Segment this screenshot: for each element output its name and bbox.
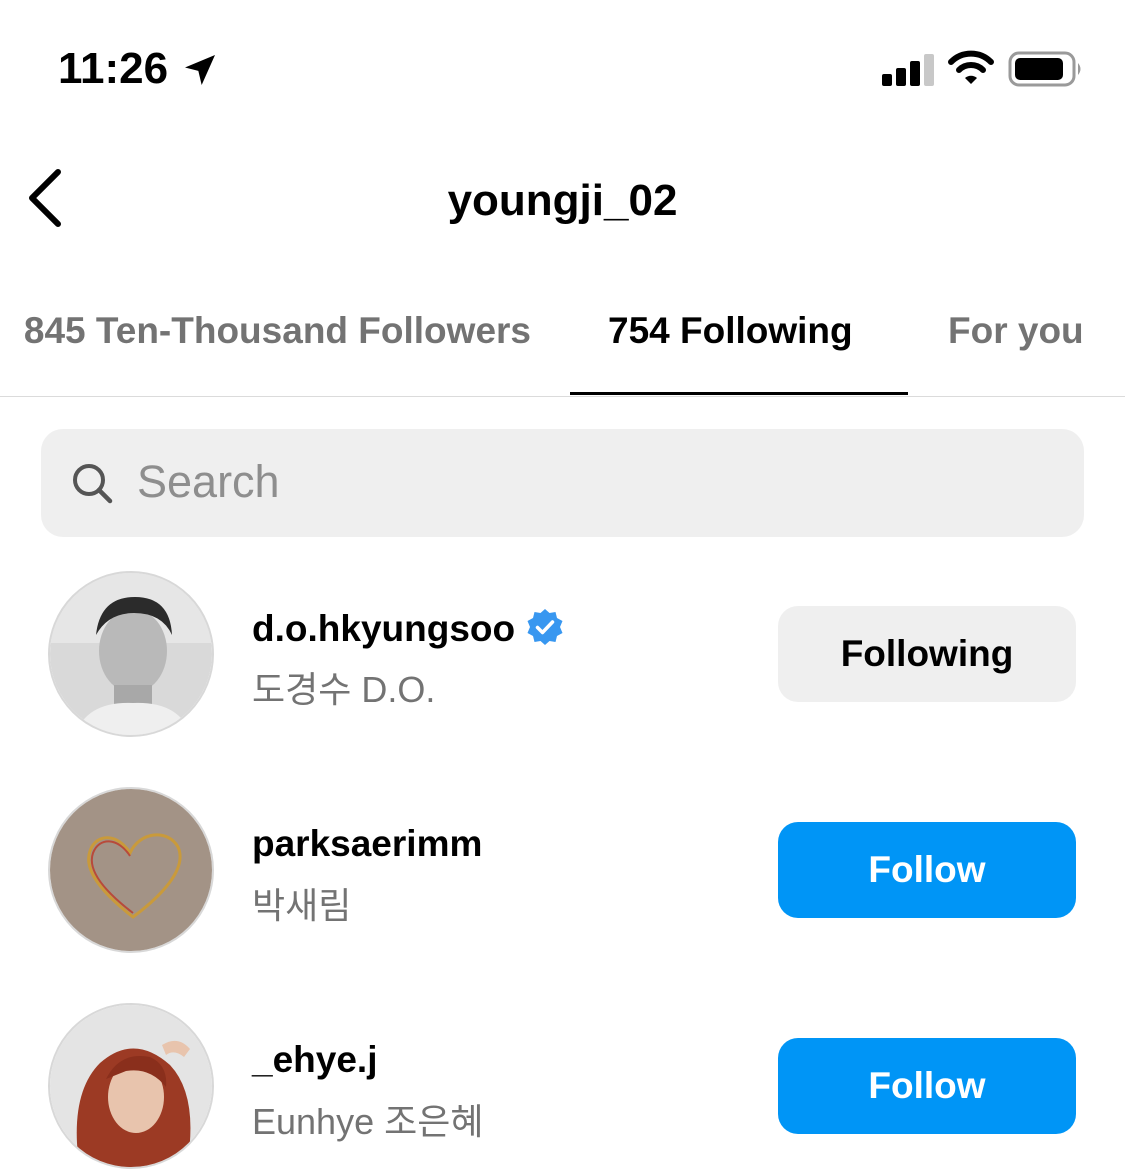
tab-for-you[interactable]: For you [948,310,1084,352]
status-time: 11:26 [58,44,169,93]
search-bar[interactable] [41,429,1084,537]
page-title: youngji_02 [447,176,678,225]
list-item[interactable]: _ehye.j Eunhye 조은혜 Follow [0,1003,1125,1173]
username[interactable]: d.o.hkyungsoo [252,607,565,650]
search-input[interactable] [137,456,1037,508]
avatar[interactable] [48,787,214,953]
wifi-icon [948,50,994,84]
follow-button[interactable]: Follow [778,822,1076,918]
full-name: 박새림 [252,885,352,926]
list-item[interactable]: parksaerimm 박새림 Follow [0,787,1125,957]
username-text: d.o.hkyungsoo [252,608,516,649]
username[interactable]: _ehye.j [252,1039,377,1081]
location-arrow-icon [185,55,215,85]
battery-icon [1008,51,1081,87]
avatar[interactable] [48,1003,214,1169]
signal-bars-icon [882,54,934,86]
avatar[interactable] [48,571,214,737]
full-name: Eunhye 조은혜 [252,1101,484,1142]
list-item[interactable]: d.o.hkyungsoo 도경수 D.O. Following [0,571,1125,741]
tab-followers[interactable]: 845 Ten-Thousand Followers [24,310,531,352]
full-name: 도경수 D.O. [252,669,436,710]
verified-badge-icon [527,609,563,645]
following-button[interactable]: Following [778,606,1076,702]
avatar-photo [50,789,212,951]
tab-bar: 845 Ten-Thousand Followers 754 Following… [0,300,1125,397]
follow-button[interactable]: Follow [778,1038,1076,1134]
avatar-photo [50,1005,212,1167]
tab-following[interactable]: 754 Following [608,310,853,352]
avatar-photo [50,573,212,735]
username[interactable]: parksaerimm [252,823,482,865]
search-icon [73,464,113,504]
active-tab-indicator [570,392,908,395]
